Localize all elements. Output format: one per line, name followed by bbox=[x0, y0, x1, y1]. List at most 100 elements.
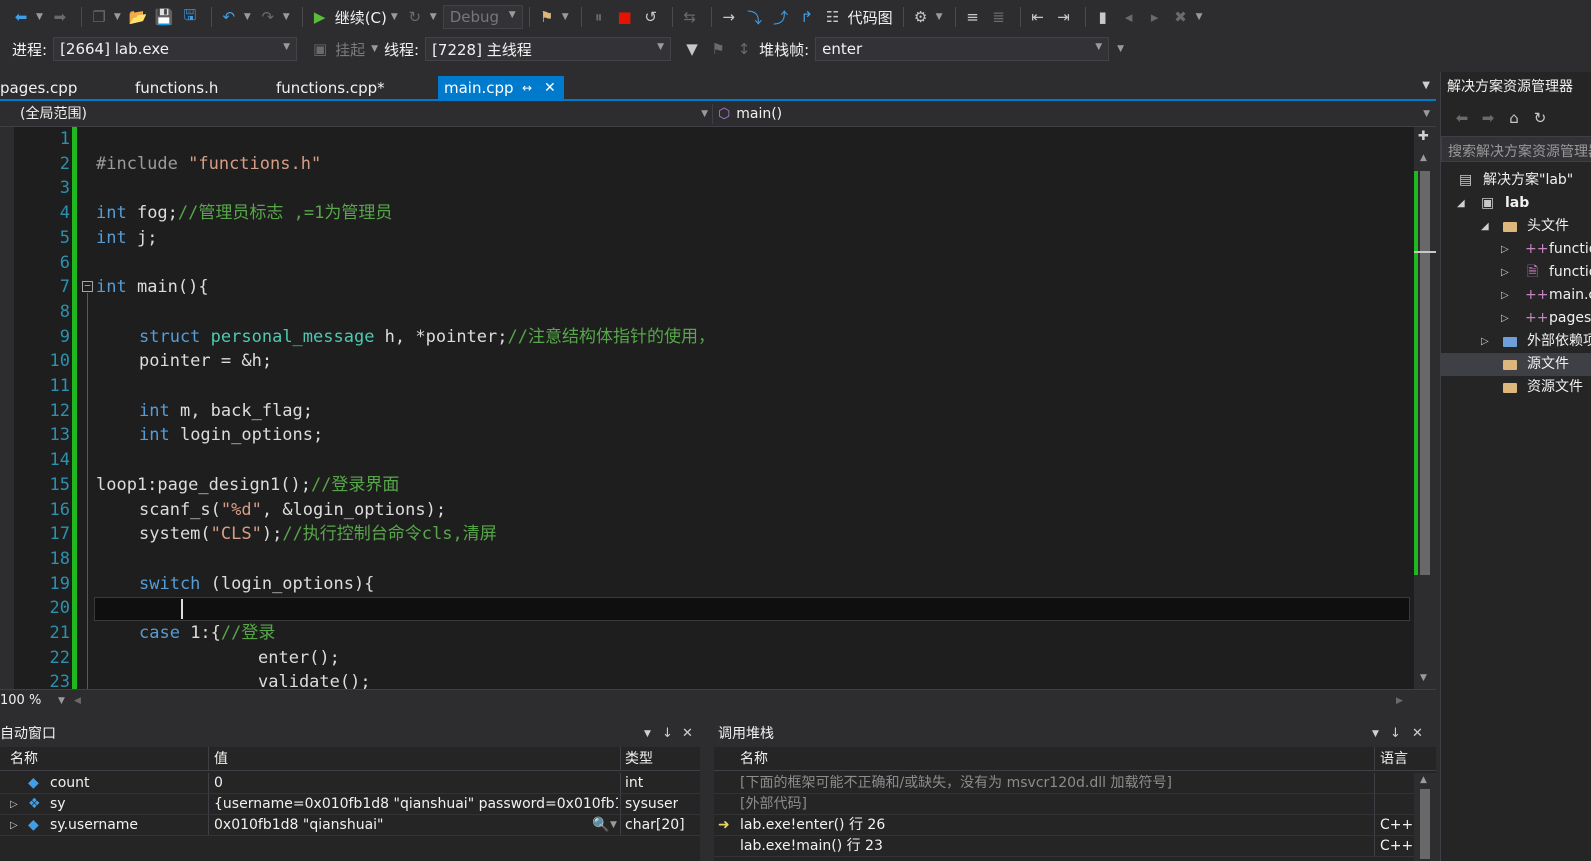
outdent-icon[interactable]: ⇤ bbox=[1027, 6, 1049, 28]
col-name-header[interactable]: 名称 bbox=[740, 747, 768, 771]
suspend-icon[interactable]: ▣ bbox=[309, 38, 331, 60]
bookmark-icon[interactable]: ▮ bbox=[1092, 6, 1114, 28]
code-editor[interactable]: 1 2 3 4 5 6 7 8 9 10 11 12 13 14 15 16 17 18 19 20 21 22 23 − … bbox=[0, 127, 1414, 689]
scope-combo[interactable]: (全局范围) ▼ bbox=[20, 103, 710, 125]
pin-icon[interactable]: ↔ bbox=[522, 76, 532, 100]
sync-icon[interactable]: ↻ bbox=[1529, 107, 1551, 129]
variable-value[interactable]: 0x010fb1d8 "qianshuai" bbox=[214, 815, 584, 836]
table-row[interactable]: ▷ ❖ sy {username=0x010fb1d8 "qianshuai" … bbox=[0, 794, 700, 815]
redo-icon[interactable]: ↷ bbox=[257, 6, 279, 28]
back-icon[interactable]: ⬅ bbox=[10, 6, 32, 28]
expand-icon[interactable]: ▷ bbox=[10, 815, 18, 836]
tab-pages-cpp[interactable]: pages.cpp bbox=[0, 76, 83, 100]
code-map-button[interactable]: 代码图 bbox=[848, 7, 893, 28]
magnifier-icon[interactable]: 🔍 bbox=[592, 815, 609, 836]
scroll-thumb[interactable] bbox=[1420, 171, 1430, 575]
stackframe-combo[interactable]: enter ▼ bbox=[815, 37, 1110, 61]
forward-icon[interactable]: ➡ bbox=[49, 6, 71, 28]
show-next-statement-icon[interactable]: → bbox=[718, 6, 740, 28]
expanded-icon[interactable]: ◢ bbox=[1481, 215, 1489, 238]
thread-combo[interactable]: [7228] 主线程 ▼ bbox=[425, 37, 672, 61]
chevron-down-icon[interactable]: ▼ bbox=[1372, 721, 1379, 747]
chevron-down-icon[interactable]: ▼ bbox=[1117, 44, 1124, 54]
save-icon[interactable]: 💾 bbox=[153, 6, 175, 28]
chevron-down-icon[interactable]: ▼ bbox=[1196, 12, 1203, 22]
indicator-margin[interactable] bbox=[0, 127, 14, 689]
member-combo[interactable]: ⬡ main() ▼ bbox=[718, 103, 1432, 125]
suspend-button[interactable]: 挂起 bbox=[335, 39, 365, 60]
tab-overflow-icon[interactable]: ▼ bbox=[1422, 80, 1430, 91]
tab-main-cpp[interactable]: main.cpp ↔ ✕ bbox=[438, 76, 564, 100]
variable-value[interactable]: 0 bbox=[214, 773, 618, 794]
step-out-icon[interactable]: ↱ bbox=[796, 6, 818, 28]
expand-icon[interactable]: ▷ bbox=[10, 794, 18, 815]
next-bookmark-icon[interactable]: ▸ bbox=[1144, 6, 1166, 28]
col-value-header[interactable]: 值 bbox=[214, 747, 228, 771]
step-into-icon[interactable]: ⤵ bbox=[744, 6, 766, 28]
stop-icon[interactable]: ■ bbox=[614, 6, 636, 28]
column-divider[interactable] bbox=[620, 747, 621, 770]
tree-item-file[interactable]: ▷ ++ functions.h bbox=[1441, 238, 1591, 261]
scroll-thumb[interactable] bbox=[1420, 789, 1430, 859]
close-icon[interactable]: ✕ bbox=[682, 721, 693, 747]
col-type-header[interactable]: 类型 bbox=[625, 747, 653, 771]
collapsed-icon[interactable]: ▷ bbox=[1501, 307, 1509, 330]
flag-icon[interactable]: ⚑ bbox=[707, 38, 729, 60]
tree-item-file[interactable]: ▷ 🗎 functions.h bbox=[1441, 261, 1591, 284]
filter-icon[interactable]: ▼ bbox=[681, 38, 703, 60]
collapsed-icon[interactable]: ▷ bbox=[1501, 284, 1509, 307]
tab-functions-cpp[interactable]: functions.cpp* bbox=[270, 76, 391, 100]
scroll-right-icon[interactable]: ▶ bbox=[1396, 696, 1403, 706]
expanded-icon[interactable]: ◢ bbox=[1457, 192, 1465, 215]
refresh-icon[interactable]: ↻ bbox=[404, 6, 426, 28]
collapse-icon[interactable]: − bbox=[82, 280, 93, 292]
pause-icon[interactable]: ⏸ bbox=[588, 6, 610, 28]
breakpoint-settings-icon[interactable]: ⚙ bbox=[910, 6, 932, 28]
table-row[interactable]: ➜ lab.exe!enter() 行 26 C++ bbox=[714, 815, 1436, 836]
chevron-down-icon[interactable]: ▼ bbox=[644, 721, 651, 747]
new-project-icon[interactable]: ❐ bbox=[88, 6, 110, 28]
scroll-up-icon[interactable]: ▲ bbox=[1420, 775, 1427, 785]
split-icon[interactable]: ✚ bbox=[1418, 129, 1429, 144]
save-all-icon[interactable]: 🖫 bbox=[179, 6, 201, 28]
continue-button[interactable]: 继续(C) bbox=[335, 7, 387, 28]
forward-icon[interactable]: ➡ bbox=[1477, 107, 1499, 129]
home-icon[interactable]: ⌂ bbox=[1503, 107, 1525, 129]
chevron-down-icon[interactable]: ▼ bbox=[562, 12, 569, 22]
chevron-down-icon[interactable]: ▼ bbox=[283, 12, 290, 22]
tree-item-file[interactable]: ▷ ++ pages.cpp bbox=[1441, 307, 1591, 330]
tree-item-solution[interactable]: ▤ 解决方案"lab" bbox=[1441, 169, 1591, 192]
col-name-header[interactable]: 名称 bbox=[10, 747, 38, 771]
comment-icon[interactable]: ≡ bbox=[962, 6, 984, 28]
chevron-down-icon[interactable]: ▼ bbox=[36, 12, 43, 22]
expand-threads-icon[interactable]: ↕ bbox=[733, 38, 755, 60]
back-icon[interactable]: ⬅ bbox=[1451, 107, 1473, 129]
chevron-down-icon[interactable]: ▼ bbox=[244, 12, 251, 22]
close-icon[interactable]: ✕ bbox=[1412, 721, 1423, 747]
chevron-down-icon[interactable]: ▼ bbox=[114, 12, 121, 22]
tree-item-header-files[interactable]: ◢ 头文件 bbox=[1441, 215, 1591, 238]
col-lang-header[interactable]: 语言 bbox=[1380, 747, 1408, 771]
zoom-level[interactable]: 100 % bbox=[0, 693, 41, 708]
find-in-files-icon[interactable]: ⚑ bbox=[536, 6, 558, 28]
scroll-down-icon[interactable]: ▼ bbox=[1420, 673, 1427, 683]
prev-bookmark-icon[interactable]: ◂ bbox=[1118, 6, 1140, 28]
hot-reload-icon[interactable]: ⇆ bbox=[679, 6, 701, 28]
scroll-up-icon[interactable]: ▲ bbox=[1420, 153, 1427, 163]
scroll-left-icon[interactable]: ◀ bbox=[74, 696, 81, 706]
pin-icon[interactable]: ↓ bbox=[1390, 721, 1401, 747]
chevron-down-icon[interactable]: ▼ bbox=[936, 12, 943, 22]
callstack-scrollbar[interactable]: ▲ bbox=[1414, 773, 1436, 861]
undo-icon[interactable]: ↶ bbox=[218, 6, 240, 28]
table-row[interactable]: lab.exe!main() 行 23 C++ bbox=[714, 836, 1436, 857]
tree-item-resource-files[interactable]: 资源文件 bbox=[1441, 376, 1591, 399]
restart-icon[interactable]: ↺ bbox=[640, 6, 662, 28]
chevron-down-icon[interactable]: ▼ bbox=[58, 696, 65, 706]
table-row[interactable]: [外部代码] bbox=[714, 794, 1436, 815]
pin-icon[interactable]: ↓ bbox=[662, 721, 673, 747]
table-row[interactable]: ▷ ◆ sy.username 0x010fb1d8 "qianshuai" 🔍… bbox=[0, 815, 700, 836]
open-file-icon[interactable]: 📂 bbox=[127, 6, 149, 28]
table-row[interactable]: [下面的框架可能不正确和/或缺失，没有为 msvcr120d.dll 加载符号] bbox=[714, 773, 1436, 794]
editor-vertical-scrollbar[interactable]: ✚ ▲ ▼ bbox=[1414, 127, 1436, 689]
column-divider[interactable] bbox=[1374, 747, 1375, 770]
